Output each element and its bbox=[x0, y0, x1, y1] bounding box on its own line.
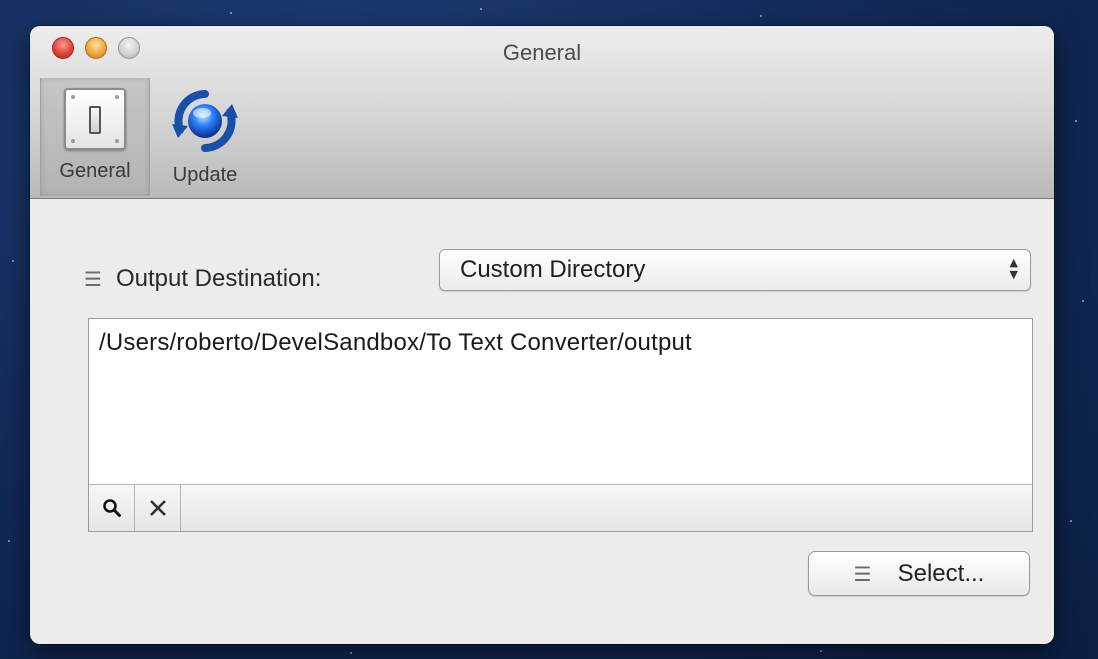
update-icon bbox=[172, 90, 238, 152]
star bbox=[230, 12, 232, 14]
star bbox=[480, 8, 482, 10]
output-path-field[interactable]: /Users/roberto/DevelSandbox/To Text Conv… bbox=[88, 318, 1033, 532]
preferences-toolbar: General Update bbox=[40, 78, 260, 196]
toolbar-item-general[interactable]: General bbox=[40, 78, 150, 196]
select-button-label: Select... bbox=[897, 559, 985, 587]
output-destination-popup[interactable]: Custom Directory ▲ ▼ bbox=[439, 249, 1031, 291]
star bbox=[1082, 300, 1084, 302]
switch-icon bbox=[64, 88, 126, 150]
window-title: General bbox=[502, 40, 582, 65]
magnifier-icon bbox=[102, 499, 121, 517]
reveal-path-button[interactable] bbox=[89, 485, 135, 531]
list-icon: ☰ bbox=[853, 561, 872, 586]
toolbar-item-update[interactable]: Update bbox=[150, 78, 260, 196]
star bbox=[8, 540, 10, 542]
star bbox=[1075, 120, 1077, 122]
close-icon bbox=[149, 500, 166, 516]
star bbox=[350, 652, 352, 654]
preferences-window: General General Update ☰ Output Destinat… bbox=[30, 26, 1054, 644]
star bbox=[760, 15, 762, 17]
star bbox=[12, 260, 14, 262]
star bbox=[1070, 520, 1072, 522]
output-destination-label: Output Destination: bbox=[115, 265, 322, 292]
toolbar-item-label: Update bbox=[172, 164, 238, 186]
titlebar: General General Update bbox=[30, 26, 1054, 199]
popup-selected-value: Custom Directory bbox=[460, 256, 646, 283]
output-destination-row: ☰ Output Destination: bbox=[84, 265, 321, 293]
popup-arrows-icon: ▲ ▼ bbox=[1009, 256, 1018, 281]
list-icon: ☰ bbox=[84, 267, 102, 291]
clear-path-button[interactable] bbox=[135, 485, 181, 531]
path-actions-bar bbox=[89, 484, 1032, 531]
output-path-value: /Users/roberto/DevelSandbox/To Text Conv… bbox=[99, 329, 692, 356]
select-button[interactable]: ☰ Select... bbox=[808, 551, 1030, 596]
star bbox=[820, 650, 822, 652]
toolbar-item-label: General bbox=[59, 160, 131, 182]
